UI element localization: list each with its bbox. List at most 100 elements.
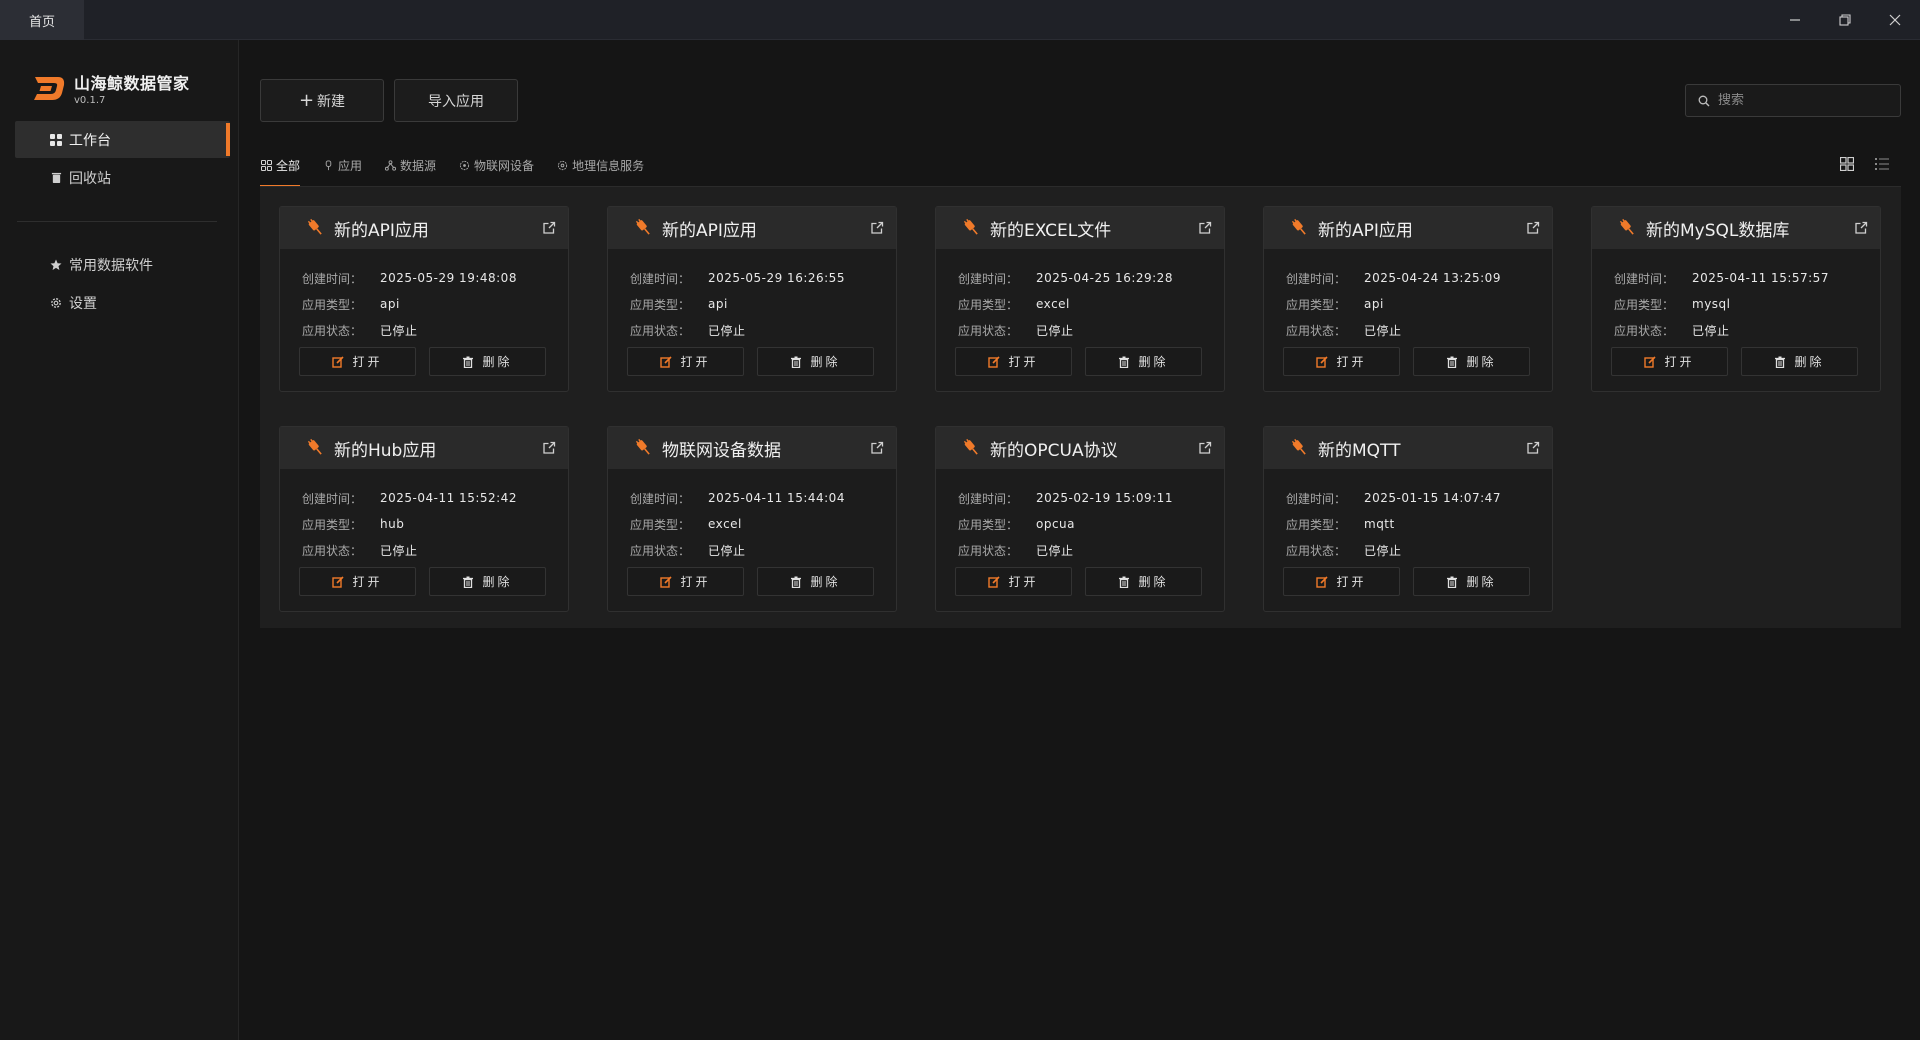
open-button[interactable]: 打开 [955,567,1072,596]
card-title: 新的API应用 [662,220,757,241]
open-button[interactable]: 打开 [1283,347,1400,376]
delete-label: 删除 [1138,575,1169,589]
type-value: opcua [1036,517,1076,531]
app-card[interactable]: 新的EXCEL文件 创建时间： 2025-04-25 16:29:28 应用类型：… [935,206,1225,392]
created-value: 2025-04-11 15:44:04 [708,491,845,505]
open-external-icon[interactable] [870,221,884,235]
type-value: mqtt [1364,517,1395,531]
open-external-icon[interactable] [1526,221,1540,235]
delete-button[interactable]: 删除 [757,567,874,596]
sidebar-item-label: 设置 [69,295,97,312]
card-header: 新的API应用 [280,207,568,249]
open-button[interactable]: 打开 [1283,567,1400,596]
status-label: 应用状态： [1614,323,1675,338]
delete-button[interactable]: 删除 [757,347,874,376]
app-card[interactable]: 物联网设备数据 创建时间： 2025-04-11 15:44:04 应用类型： ex… [607,426,897,612]
delete-button[interactable]: 删除 [429,347,546,376]
card-header: 新的OPCUA协议 [936,427,1224,469]
app-card[interactable]: 新的MySQL数据库 创建时间： 2025-04-11 15:57:57 应用类型… [1591,206,1881,392]
app-plug-icon [307,218,322,235]
list-view-toggle[interactable] [1872,154,1892,174]
delete-label: 删除 [810,355,841,369]
open-button[interactable]: 打开 [627,347,744,376]
created-label: 创建时间： [630,491,691,506]
type-value: api [380,297,400,311]
grid-view-toggle[interactable] [1837,154,1857,174]
open-external-icon[interactable] [1198,221,1212,235]
trash-icon [791,576,802,588]
delete-button[interactable]: 删除 [1741,347,1858,376]
open-button[interactable]: 打开 [955,347,1072,376]
delete-button[interactable]: 删除 [1413,567,1530,596]
status-label: 应用状态： [630,543,691,558]
sidebar-item-recycle-bin[interactable]: 回收站 [15,159,230,196]
delete-button[interactable]: 删除 [1085,347,1202,376]
delete-button[interactable]: 删除 [1085,567,1202,596]
app-card[interactable]: 新的Hub应用 创建时间： 2025-04-11 15:52:42 应用类型： hu… [279,426,569,612]
type-label: 应用类型： [1286,297,1347,312]
status-value: 已停止 [1364,543,1402,558]
sidebar-item-label: 常用数据软件 [69,257,153,274]
search-input[interactable] [1718,93,1888,108]
card-title: 新的API应用 [334,220,429,241]
delete-label: 删除 [1794,355,1825,369]
open-external-icon[interactable] [870,441,884,455]
restore-icon [1839,14,1851,26]
delete-label: 删除 [482,355,513,369]
app-card[interactable]: 新的MQTT 创建时间： 2025-01-15 14:07:47 应用类型： mqt… [1263,426,1553,612]
app-card[interactable]: 新的API应用 创建时间： 2025-05-29 16:26:55 应用类型： ap… [607,206,897,392]
sidebar-item-settings[interactable]: 设置 [15,284,230,321]
created-value: 2025-05-29 19:48:08 [380,271,517,285]
open-label: 打开 [1008,355,1039,369]
open-external-icon[interactable] [542,221,556,235]
filter-tab-datasource[interactable]: 数据源 [384,150,436,180]
app-card[interactable]: 新的OPCUA协议 创建时间： 2025-02-19 15:09:11 应用类型：… [935,426,1225,612]
open-button[interactable]: 打开 [299,347,416,376]
created-value: 2025-04-11 15:57:57 [1692,271,1829,285]
status-value: 已停止 [708,543,746,558]
filter-label: 地理信息服务 [572,158,645,173]
filter-tab-gis[interactable]: 地理信息服务 [556,150,644,180]
tab-home[interactable]: 首页 [0,0,84,40]
app-version: v0.1.7 [74,95,106,106]
import-app-button[interactable]: 导入应用 [394,79,518,122]
restore-button[interactable] [1820,0,1870,40]
card-title: 新的EXCEL文件 [990,220,1112,241]
sidebar: 山海鲸数据管家 v0.1.7 工作台 回收站 常用数据软件 设置 [0,40,239,1040]
filter-tabs: 全部 应用 数据源 物联网设备 地理信息服务 [260,150,666,187]
app-card[interactable]: 新的API应用 创建时间： 2025-04-24 13:25:09 应用类型： ap… [1263,206,1553,392]
delete-label: 删除 [1466,355,1497,369]
open-button[interactable]: 打开 [1611,347,1728,376]
delete-button[interactable]: 删除 [429,567,546,596]
globe-icon [556,159,568,171]
delete-button[interactable]: 删除 [1413,347,1530,376]
sidebar-item-common-software[interactable]: 常用数据软件 [15,246,230,283]
created-value: 2025-05-29 16:26:55 [708,271,845,285]
filter-tab-iot[interactable]: 物联网设备 [458,150,534,180]
open-button[interactable]: 打开 [627,567,744,596]
open-external-icon[interactable] [542,441,556,455]
trash-icon [1775,356,1786,368]
filter-tab-app[interactable]: 应用 [322,150,362,180]
card-header: 新的API应用 [1264,207,1552,249]
new-button[interactable]: + 新建 [260,79,384,122]
created-value: 2025-01-15 14:07:47 [1364,491,1501,505]
app-plug-icon [963,438,978,455]
status-value: 已停止 [380,543,418,558]
close-button[interactable] [1870,0,1920,40]
minimize-button[interactable] [1770,0,1820,40]
open-button[interactable]: 打开 [299,567,416,596]
open-label: 打开 [352,355,383,369]
filter-tab-all[interactable]: 全部 [260,150,301,187]
plug-icon [322,159,334,171]
card-header: 新的API应用 [608,207,896,249]
open-external-icon[interactable] [1854,221,1868,235]
sidebar-item-workbench[interactable]: 工作台 [15,121,230,158]
search-box [1685,84,1901,117]
open-external-icon[interactable] [1198,441,1212,455]
app-card[interactable]: 新的API应用 创建时间： 2025-05-29 19:48:08 应用类型： ap… [279,206,569,392]
open-label: 打开 [680,355,711,369]
minimize-icon [1790,19,1800,21]
open-external-icon[interactable] [1526,441,1540,455]
grid-icon [49,133,63,147]
